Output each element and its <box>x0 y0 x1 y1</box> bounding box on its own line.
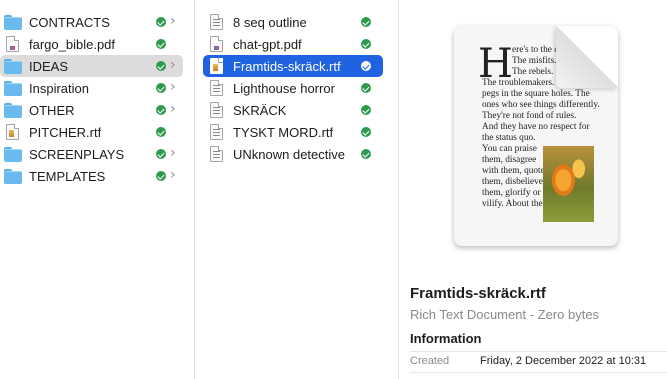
folder-list-item-label: OTHER <box>29 102 75 118</box>
synced-check-icon <box>156 39 166 49</box>
file-list-item[interactable]: SKRÄCK <box>203 99 383 121</box>
file-list-item-label: TYSKT MORD.rtf <box>233 124 334 140</box>
synced-check-icon <box>156 149 166 159</box>
folder-list-item-label: Inspiration <box>29 80 89 96</box>
document-icon <box>210 102 223 118</box>
file-list-item-label: Framtids-skräck.rtf <box>233 58 341 74</box>
file-list-item[interactable]: chat-gpt.pdf <box>203 33 383 55</box>
folder-list-item[interactable]: SCREENPLAYS › <box>0 143 183 165</box>
file-list-item-label: 8 seq outline <box>233 14 307 30</box>
preview-pane: H ere's to the crazy The misfits. The rebe… <box>398 0 667 379</box>
folder-icon <box>4 103 22 118</box>
synced-check-icon <box>361 17 371 27</box>
file-list-item[interactable]: 8 seq outline <box>203 11 383 33</box>
synced-check-icon <box>156 127 166 137</box>
created-label: Created <box>410 355 450 367</box>
synced-check-icon <box>361 105 371 115</box>
folder-list-item-label: SCREENPLAYS <box>29 146 125 162</box>
information-heading: Information <box>410 331 482 346</box>
folder-list-item[interactable]: TEMPLATES › <box>0 165 183 187</box>
file-list-item-label: Lighthouse horror <box>233 80 335 96</box>
document-icon <box>210 146 223 162</box>
synced-check-icon <box>361 83 371 93</box>
preview-text-line: pegs in the square holes. The <box>482 89 590 99</box>
file-list-item-label: UNknown detective <box>233 146 345 162</box>
file-list-item-label: SKRÄCK <box>233 102 287 118</box>
chevron-right-icon: › <box>170 101 176 117</box>
folder-icon <box>4 15 22 30</box>
rtf-file-icon <box>6 124 19 140</box>
synced-check-icon <box>361 127 371 137</box>
page-fold-corner <box>556 26 618 88</box>
folder-list-item-label: TEMPLATES <box>29 168 106 184</box>
flower-image <box>543 146 594 222</box>
synced-check-icon <box>156 171 166 181</box>
chevron-right-icon: › <box>170 13 176 29</box>
chevron-right-icon: › <box>170 79 176 95</box>
chevron-right-icon: › <box>170 57 176 73</box>
preview-text-line: ones who see things differently. <box>482 100 600 110</box>
preview-file-name: Framtids-skräck.rtf <box>410 285 546 302</box>
folder-list-item-label: PITCHER.rtf <box>29 124 102 140</box>
folder-list-item[interactable]: Inspiration › <box>0 77 183 99</box>
file-list-item[interactable]: TYSKT MORD.rtf <box>203 121 383 143</box>
folder-list-item-label: fargo_bible.pdf <box>29 36 116 52</box>
folder-icon <box>4 59 22 74</box>
document-icon <box>210 14 223 30</box>
folder-list-item[interactable]: IDEAS › <box>0 55 183 77</box>
file-list-item[interactable]: UNknown detective <box>203 143 383 165</box>
synced-check-icon <box>156 61 166 71</box>
file-list-column: 8 seq outline chat-gpt.pdf Framtids-skräck… <box>194 0 398 379</box>
file-list-item[interactable]: Lighthouse horror <box>203 77 383 99</box>
created-value: Friday, 2 December 2022 at 10:31 <box>480 355 647 367</box>
file-list-item-label: chat-gpt.pdf <box>233 36 302 52</box>
preview-file-kind: Rich Text Document - Zero bytes <box>410 307 600 322</box>
folder-list-item[interactable]: CONTRACTS › <box>0 11 183 33</box>
synced-check-icon <box>156 17 166 27</box>
chevron-right-icon: › <box>170 167 176 183</box>
folder-icon <box>4 147 22 162</box>
rtf-file-icon <box>210 58 223 74</box>
document-icon <box>210 124 223 140</box>
folder-list-item[interactable]: PITCHER.rtf <box>0 121 183 143</box>
synced-check-icon <box>156 83 166 93</box>
preview-text-line: the status quo. <box>482 133 536 143</box>
folder-list-item-label: IDEAS <box>29 58 69 74</box>
file-list-item[interactable]: Framtids-skräck.rtf <box>203 55 383 77</box>
folder-list-item[interactable]: OTHER › <box>0 99 183 121</box>
document-icon <box>210 80 223 96</box>
preview-text-line: They're not fond of rules. <box>482 111 577 121</box>
preview-text-line: And they have no respect for <box>482 122 590 132</box>
synced-check-icon <box>156 105 166 115</box>
folder-list-column: CONTRACTS › fargo_bible.pdf IDEAS › Inspirati… <box>0 0 193 379</box>
pdf-file-icon <box>210 36 223 52</box>
pdf-file-icon <box>6 36 19 52</box>
rtf-document-preview-icon: H ere's to the crazy The misfits. The rebe… <box>454 26 618 246</box>
folder-list-item-label: CONTRACTS <box>29 14 110 30</box>
synced-check-icon <box>361 149 371 159</box>
created-info-row: Created Friday, 2 December 2022 at 10:31 <box>410 351 667 373</box>
folder-icon <box>4 81 22 96</box>
folder-list-item[interactable]: fargo_bible.pdf <box>0 33 183 55</box>
synced-check-icon <box>361 39 371 49</box>
synced-check-icon <box>361 61 371 71</box>
chevron-right-icon: › <box>170 145 176 161</box>
folder-icon <box>4 169 22 184</box>
